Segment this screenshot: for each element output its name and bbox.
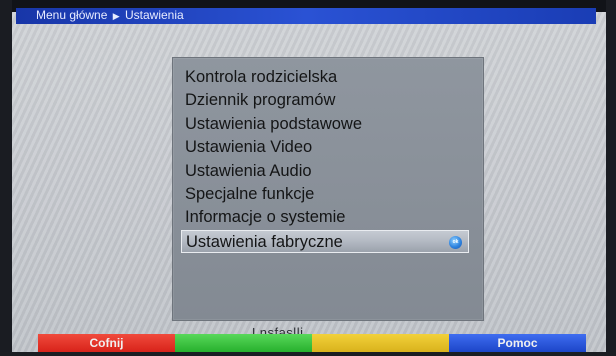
ok-icon: ok <box>449 235 462 249</box>
menu-item-label: Ustawienia podstawowe <box>185 114 363 133</box>
menu-item-label: Kontrola rodzicielska <box>185 68 338 86</box>
tv-bezel-right <box>606 0 616 356</box>
blue-help-button[interactable]: Pomoc <box>449 334 586 352</box>
tv-bezel-bottom <box>0 352 616 356</box>
breadcrumb-root[interactable]: Menu główne <box>36 8 107 22</box>
menu-item-label: Dziennik programów <box>185 91 336 110</box>
menu-item-program-log[interactable]: Dziennik programów <box>181 89 469 112</box>
tv-bezel-left <box>0 0 12 356</box>
menu-item-label: Informacje o systemie <box>185 208 346 227</box>
menu-item-system-info[interactable]: Informacje o systemie <box>181 206 469 229</box>
breadcrumb-arrow-icon: ▶ <box>112 11 120 21</box>
settings-menu-panel: Kontrola rodzicielska Dziennik programów… <box>172 57 484 321</box>
menu-item-label: Ustawienia Video <box>185 138 313 157</box>
yellow-button[interactable] <box>312 334 449 352</box>
menu-item-special-functions[interactable]: Specjalne funkcje <box>181 183 469 206</box>
breadcrumb: Menu główne ▶ Ustawienia <box>16 8 596 24</box>
menu-item-video-settings[interactable]: Ustawienia Video <box>181 136 469 159</box>
menu-item-factory-settings[interactable]: Ustawienia fabryczne ok <box>181 229 469 254</box>
red-back-button[interactable]: Cofnij <box>38 334 175 352</box>
settings-menu-list: Kontrola rodzicielska Dziennik programów… <box>181 66 469 254</box>
breadcrumb-current: Ustawienia <box>125 8 184 22</box>
menu-item-label: Ustawienia fabryczne <box>186 232 343 251</box>
menu-item-parental-control[interactable]: Kontrola rodzicielska <box>181 66 469 89</box>
green-button[interactable] <box>175 334 312 352</box>
menu-item-audio-settings[interactable]: Ustawienia Audio <box>181 160 469 183</box>
menu-item-label: Ustawienia Audio <box>185 161 312 180</box>
color-key-bar: Cofnij Pomoc <box>38 334 586 354</box>
menu-item-label: Specjalne funkcje <box>185 184 315 203</box>
menu-item-basic-settings[interactable]: Ustawienia podstawowe <box>181 113 469 136</box>
